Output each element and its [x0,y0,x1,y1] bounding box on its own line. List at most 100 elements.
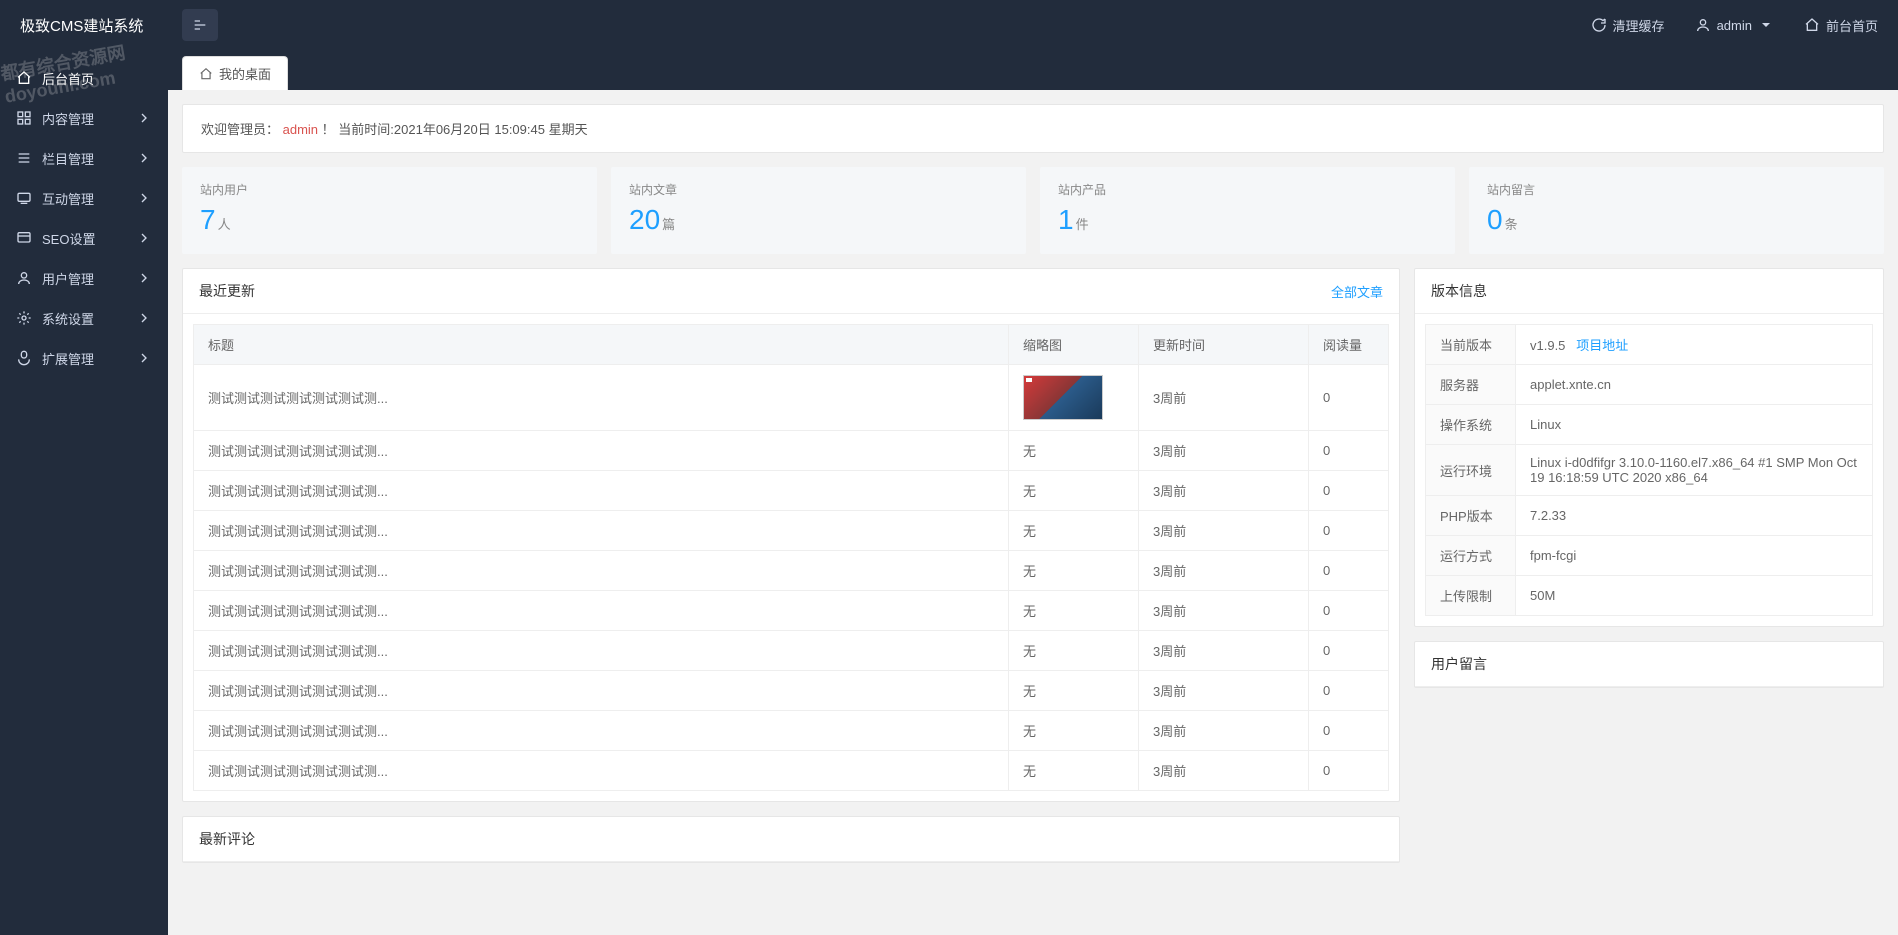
cell-title: 测试测试测试测试测试测试测... [194,431,1009,471]
sidebar-item-label: 用户管理 [42,269,94,288]
sidebar-item-7[interactable]: 扩展管理 [0,338,168,378]
all-articles-link[interactable]: 全部文章 [1331,282,1383,301]
version-key: 服务器 [1426,365,1516,405]
project-link[interactable]: 项目地址 [1576,338,1628,353]
tab-desktop[interactable]: 我的桌面 [182,56,288,90]
nav-icon [16,110,32,126]
cell-reads: 0 [1309,471,1389,511]
sidebar-item-6[interactable]: 系统设置 [0,298,168,338]
welcome-sep: ！ [322,122,339,137]
table-row[interactable]: 测试测试测试测试测试测试测... 无 3周前 0 [194,751,1389,791]
clear-cache-button[interactable]: 清理缓存 [1591,16,1665,35]
tab-label: 我的桌面 [219,64,271,83]
version-table: 当前版本 v1.9.5 项目地址服务器 applet.xnte.cn操作系统 L… [1425,324,1873,616]
version-val: 50M [1516,576,1873,616]
version-row: 服务器 applet.xnte.cn [1426,365,1873,405]
nav-icon [16,70,32,86]
sidebar-item-0[interactable]: 后台首页 [0,58,168,98]
chevron-right-icon [136,190,152,206]
welcome-prefix: 欢迎管理员： [201,122,283,137]
table-row[interactable]: 测试测试测试测试测试测试测... 无 3周前 0 [194,631,1389,671]
cell-reads: 0 [1309,631,1389,671]
stat-row: 站内用户 7人站内文章 20篇站内产品 1件站内留言 0条 [182,167,1884,254]
guestbook-panel: 用户留言 [1414,641,1884,688]
version-val: fpm-fcgi [1516,536,1873,576]
version-row: 当前版本 v1.9.5 项目地址 [1426,325,1873,365]
stat-card-2: 站内产品 1件 [1040,167,1455,254]
header: 极致CMS建站系统 清理缓存 admin 前台首页 [0,0,1898,50]
cell-reads: 0 [1309,591,1389,631]
header-right: 清理缓存 admin 前台首页 [1591,16,1898,35]
comments-title: 最新评论 [199,829,255,849]
columns: 最近更新 全部文章 标题 缩略图 更新时间 阅读量 [182,268,1884,877]
cell-time: 3周前 [1139,551,1309,591]
th-reads: 阅读量 [1309,325,1389,365]
welcome-bar: 欢迎管理员： admin ！ 当前时间:2021年06月20日 15:09:45… [182,104,1884,153]
clear-cache-label: 清理缓存 [1613,16,1665,35]
content: 欢迎管理员： admin ！ 当前时间:2021年06月20日 15:09:45… [168,90,1898,891]
stat-value: 1 [1058,204,1074,235]
guestbook-header: 用户留言 [1415,642,1883,687]
user-menu[interactable]: admin [1695,17,1774,33]
user-label: admin [1717,18,1752,33]
version-key: PHP版本 [1426,496,1516,536]
sidebar-item-2[interactable]: 栏目管理 [0,138,168,178]
cell-title: 测试测试测试测试测试测试测... [194,751,1009,791]
stat-value: 0 [1487,204,1503,235]
table-row[interactable]: 测试测试测试测试测试测试测... 无 3周前 0 [194,511,1389,551]
table-row[interactable]: 测试测试测试测试测试测试测... 无 3周前 0 [194,711,1389,751]
cell-time: 3周前 [1139,431,1309,471]
sidebar-item-5[interactable]: 用户管理 [0,258,168,298]
version-key: 操作系统 [1426,405,1516,445]
version-row: 运行方式 fpm-fcgi [1426,536,1873,576]
cell-thumb: 无 [1009,471,1139,511]
cell-title: 测试测试测试测试测试测试测... [194,591,1009,631]
menu-toggle[interactable] [182,9,218,41]
table-row[interactable]: 测试测试测试测试测试测试测... 无 3周前 0 [194,671,1389,711]
version-val: Linux [1516,405,1873,445]
version-key: 上传限制 [1426,576,1516,616]
cell-time: 3周前 [1139,631,1309,671]
sidebar-item-4[interactable]: SEO设置 [0,218,168,258]
table-row[interactable]: 测试测试测试测试测试测试测... 无 3周前 0 [194,551,1389,591]
version-panel: 版本信息 当前版本 v1.9.5 项目地址服务器 applet.xnte.cn操… [1414,268,1884,627]
frontend-button[interactable]: 前台首页 [1804,16,1878,35]
recent-table: 标题 缩略图 更新时间 阅读量 测试测试测试测试测试测试测... 3周前 0测试… [193,324,1389,791]
version-row: PHP版本 7.2.33 [1426,496,1873,536]
nav-icon [16,350,32,366]
cell-reads: 0 [1309,551,1389,591]
cell-title: 测试测试测试测试测试测试测... [194,671,1009,711]
cell-title: 测试测试测试测试测试测试测... [194,471,1009,511]
stat-label: 站内用户 [200,181,579,198]
chevron-right-icon [136,150,152,166]
cell-title: 测试测试测试测试测试测试测... [194,551,1009,591]
table-row[interactable]: 测试测试测试测试测试测试测... 3周前 0 [194,365,1389,431]
cell-title: 测试测试测试测试测试测试测... [194,365,1009,431]
cell-time: 3周前 [1139,591,1309,631]
stat-label: 站内文章 [629,181,1008,198]
sidebar-item-1[interactable]: 内容管理 [0,98,168,138]
sidebar-item-label: 栏目管理 [42,149,94,168]
stat-value: 7 [200,204,216,235]
cell-reads: 0 [1309,711,1389,751]
stat-unit: 篇 [662,217,675,232]
col-right: 版本信息 当前版本 v1.9.5 项目地址服务器 applet.xnte.cn操… [1414,268,1884,877]
welcome-user: admin [283,122,318,137]
stat-value-row: 20篇 [629,204,1008,236]
thumbnail-image [1023,375,1103,420]
table-row[interactable]: 测试测试测试测试测试测试测... 无 3周前 0 [194,471,1389,511]
table-row[interactable]: 测试测试测试测试测试测试测... 无 3周前 0 [194,591,1389,631]
cell-time: 3周前 [1139,671,1309,711]
table-row[interactable]: 测试测试测试测试测试测试测... 无 3周前 0 [194,431,1389,471]
cell-reads: 0 [1309,365,1389,431]
nav-icon [16,190,32,206]
sidebar-item-3[interactable]: 互动管理 [0,178,168,218]
stat-value-row: 0条 [1487,204,1866,236]
stat-value-row: 1件 [1058,204,1437,236]
sidebar-item-label: SEO设置 [42,229,95,248]
version-key: 运行环境 [1426,445,1516,496]
nav-icon [16,310,32,326]
cell-thumb [1009,365,1139,431]
cell-reads: 0 [1309,671,1389,711]
cell-title: 测试测试测试测试测试测试测... [194,631,1009,671]
